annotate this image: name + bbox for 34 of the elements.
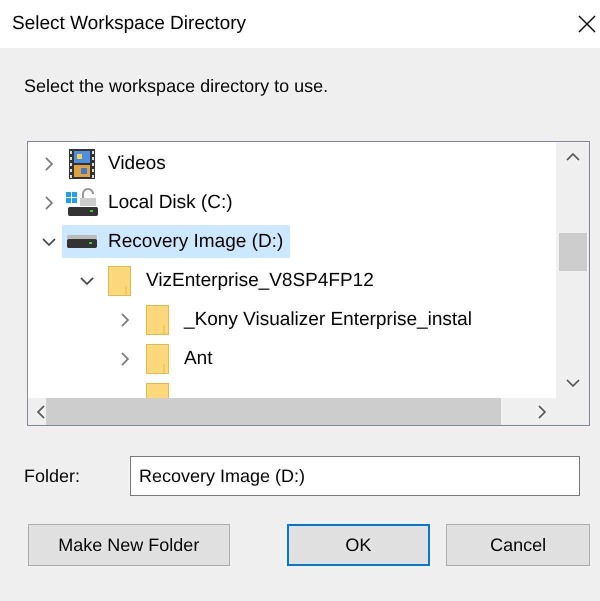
folder-field[interactable]: Recovery Image (D:) (130, 456, 580, 496)
tree-item[interactable]: Videos (62, 147, 173, 180)
chevron-down-icon[interactable] (79, 276, 95, 286)
scroll-up-icon[interactable] (566, 152, 580, 161)
close-icon[interactable] (578, 15, 596, 33)
chevron-right-icon[interactable] (120, 312, 130, 328)
scrollbar-thumb[interactable] (46, 398, 501, 425)
chevron-right-icon[interactable] (44, 156, 54, 172)
dialog-button[interactable]: OK (286, 524, 430, 566)
horizontal-scrollbar[interactable] (28, 398, 589, 425)
dialog-button[interactable]: Make New Folder (28, 524, 230, 566)
tree-item[interactable]: Recovery Image (D:) (62, 225, 290, 258)
tree-item[interactable]: Ant (138, 342, 220, 375)
system-drive-icon (66, 188, 98, 218)
folder-icon (108, 266, 132, 296)
film-strip-icon (69, 148, 95, 178)
instruction-text: Select the workspace directory to use. (24, 76, 330, 97)
folder-icon (146, 304, 170, 334)
scroll-right-icon[interactable] (538, 404, 547, 418)
chevron-right-icon[interactable] (120, 350, 130, 366)
tree-item[interactable]: VizEnterprise_V8SP4FP12 (100, 264, 381, 297)
tree-item[interactable]: Local Disk (C:) (62, 186, 240, 219)
folder-label: Folder: (24, 466, 82, 486)
folder-icon (146, 344, 170, 374)
scroll-left-icon[interactable] (36, 404, 45, 418)
scroll-down-icon[interactable] (566, 379, 580, 388)
scrollbar-thumb[interactable] (558, 233, 586, 271)
window-title: Select Workspace Directory (12, 13, 246, 35)
tree-item[interactable]: _Kony Visualizer Enterprise_instal (138, 303, 479, 336)
dialog-button[interactable]: Cancel (446, 524, 590, 566)
chevron-right-icon[interactable] (44, 194, 54, 210)
vertical-scrollbar[interactable] (556, 142, 589, 398)
drive-icon (67, 234, 97, 248)
chevron-down-icon[interactable] (41, 236, 57, 246)
